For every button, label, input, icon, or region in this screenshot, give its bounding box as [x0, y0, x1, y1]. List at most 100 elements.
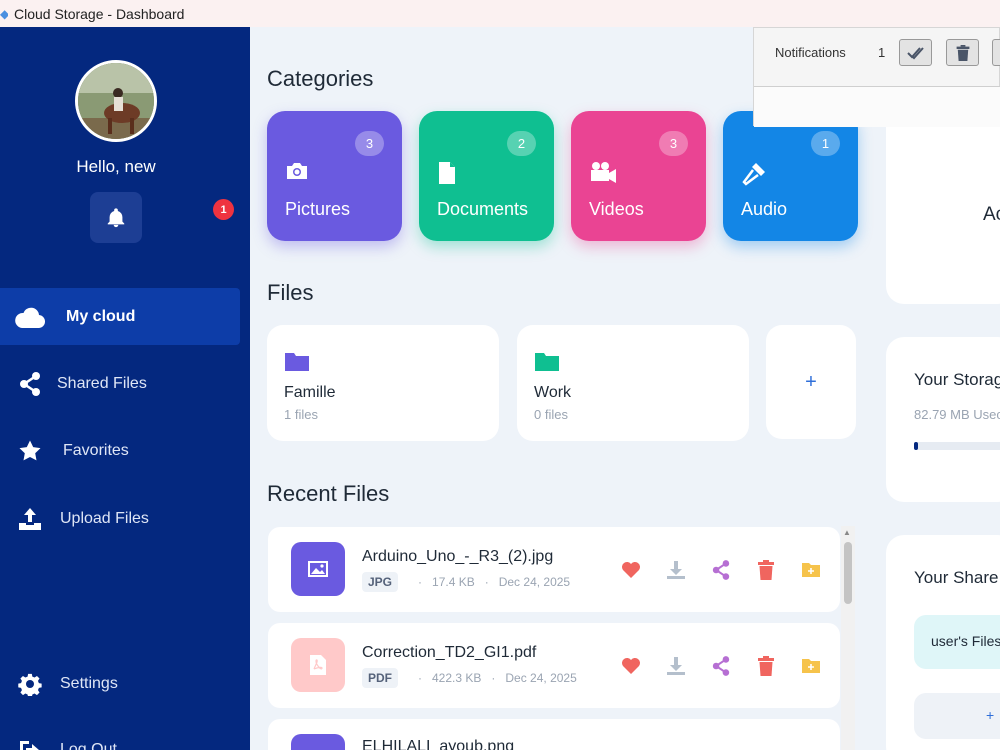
sidebar-item-label: Upload Files [60, 509, 149, 527]
sidebar-item-label: Shared Files [57, 374, 147, 392]
file-row[interactable]: ELHILALI_ayoub.png [268, 719, 840, 750]
shared-title: Your Share [914, 568, 999, 587]
notification-badge: 1 [213, 199, 234, 220]
storage-progress-bar [914, 442, 1000, 450]
notifications-button[interactable] [90, 192, 142, 243]
share-icon[interactable] [698, 557, 743, 583]
file-date: Dec 24, 2025 [505, 671, 577, 685]
folder-famille[interactable]: Famille 1 files [267, 325, 499, 441]
heart-icon[interactable] [608, 653, 653, 679]
file-ext-badge: JPG [362, 572, 399, 592]
logout-icon [14, 736, 46, 750]
shared-card: Your Share user's Files + [886, 535, 1000, 750]
category-label: Documents [437, 199, 529, 219]
notifications-popup: Notifications 1 [753, 27, 1000, 127]
category-videos[interactable]: 3 Videos [571, 111, 706, 241]
sidebar-item-label: Settings [60, 674, 118, 692]
recent-files-title: Recent Files [267, 481, 390, 506]
sidebar-item-label: Favorites [63, 441, 129, 459]
file-name: ELHILALI_ayoub.png [362, 738, 515, 750]
notifications-more-button[interactable] [992, 39, 1000, 66]
right-card-top: Ac [886, 100, 1000, 304]
document-icon [437, 161, 457, 190]
recent-files-scrollbar[interactable]: ▲ [841, 526, 855, 750]
sidebar-item-favorites[interactable]: Favorites [0, 422, 240, 479]
sidebar-item-shared-files[interactable]: Shared Files [0, 355, 240, 412]
shared-add-label: + [986, 707, 995, 723]
category-count: 3 [659, 131, 688, 156]
share-icon [14, 370, 46, 398]
category-documents[interactable]: 2 Documents [419, 111, 554, 241]
storage-used: 82.79 MB Usec [914, 407, 1000, 422]
folder-name: Work [534, 384, 572, 401]
sidebar: Hello, new 1 My cloud Shared Files Favor… [0, 27, 250, 750]
move-to-folder-icon[interactable] [788, 557, 833, 583]
folder-name: Famille [284, 384, 336, 401]
add-folder-button[interactable]: + [766, 325, 856, 439]
image-icon [291, 542, 345, 596]
sidebar-item-label: Log Out [60, 740, 117, 750]
file-row[interactable]: Correction_TD2_GI1.pdf PDF · 422.3 KB · … [268, 623, 840, 708]
category-audio[interactable]: 1 Audio [723, 111, 858, 241]
folder-icon [284, 350, 310, 377]
download-icon[interactable] [653, 557, 698, 583]
sidebar-item-my-cloud[interactable]: My cloud [0, 288, 240, 345]
notifications-count: 1 [878, 45, 886, 60]
file-meta: PDF · 422.3 KB · Dec 24, 2025 [362, 668, 577, 688]
category-count: 1 [811, 131, 840, 156]
folder-icon [534, 350, 560, 377]
file-actions [608, 653, 833, 679]
folder-count: 1 files [284, 407, 318, 422]
category-label: Pictures [285, 199, 351, 219]
file-size: 17.4 KB [432, 575, 475, 589]
file-size: 422.3 KB [432, 671, 482, 685]
gear-icon [14, 670, 46, 698]
file-meta: JPG · 17.4 KB · Dec 24, 2025 [362, 572, 570, 592]
category-pictures[interactable]: 3 Pictures [267, 111, 402, 241]
category-count: 2 [507, 131, 536, 156]
heart-icon[interactable] [608, 557, 653, 583]
shared-item[interactable]: user's Files [914, 615, 1000, 669]
pdf-icon [291, 638, 345, 692]
shared-item-label: user's Files [931, 633, 1000, 649]
star-icon [14, 437, 46, 465]
category-count: 3 [355, 131, 384, 156]
storage-title: Your Storag [914, 370, 1000, 389]
trash-icon [956, 44, 969, 61]
scroll-up-arrow-icon[interactable]: ▲ [843, 528, 851, 537]
clear-notifications-button[interactable] [946, 39, 979, 66]
notifications-list [754, 86, 1000, 127]
category-label: Audio [741, 199, 788, 219]
trash-icon[interactable] [743, 557, 788, 583]
share-icon[interactable] [698, 653, 743, 679]
window-title-bar: ◆ Cloud Storage - Dashboard [0, 0, 1000, 27]
shared-add-button[interactable]: + [914, 693, 1000, 739]
folder-work[interactable]: Work 0 files [517, 325, 749, 441]
sidebar-item-upload-files[interactable]: Upload Files [0, 490, 240, 547]
sidebar-item-settings[interactable]: Settings [0, 655, 240, 712]
scrollbar-thumb[interactable] [844, 542, 852, 604]
storage-card: Your Storag 82.79 MB Usec [886, 337, 1000, 502]
move-to-folder-icon[interactable] [788, 653, 833, 679]
cloud-icon [14, 303, 46, 331]
bell-icon [107, 207, 125, 227]
storage-progress-fill [914, 442, 919, 450]
microphone-icon [741, 161, 767, 192]
file-ext-badge: PDF [362, 668, 398, 688]
camera-icon [285, 161, 309, 186]
sidebar-item-label: My cloud [66, 307, 136, 325]
window-title: Cloud Storage - Dashboard [14, 5, 185, 22]
greeting: Hello, new [76, 157, 156, 176]
categories-title: Categories [267, 66, 374, 91]
mark-all-read-button[interactable] [899, 39, 932, 66]
file-row[interactable]: Arduino_Uno_-_R3_(2).jpg JPG · 17.4 KB ·… [268, 527, 840, 612]
sidebar-item-log-out[interactable]: Log Out [0, 721, 240, 750]
file-date: Dec 24, 2025 [498, 575, 571, 589]
file-actions [608, 557, 833, 583]
trash-icon[interactable] [743, 653, 788, 679]
file-name: Arduino_Uno_-_R3_(2).jpg [362, 548, 554, 565]
avatar[interactable] [75, 60, 157, 142]
download-icon[interactable] [653, 653, 698, 679]
notifications-label: Notifications [775, 45, 846, 60]
category-label: Videos [589, 199, 644, 219]
